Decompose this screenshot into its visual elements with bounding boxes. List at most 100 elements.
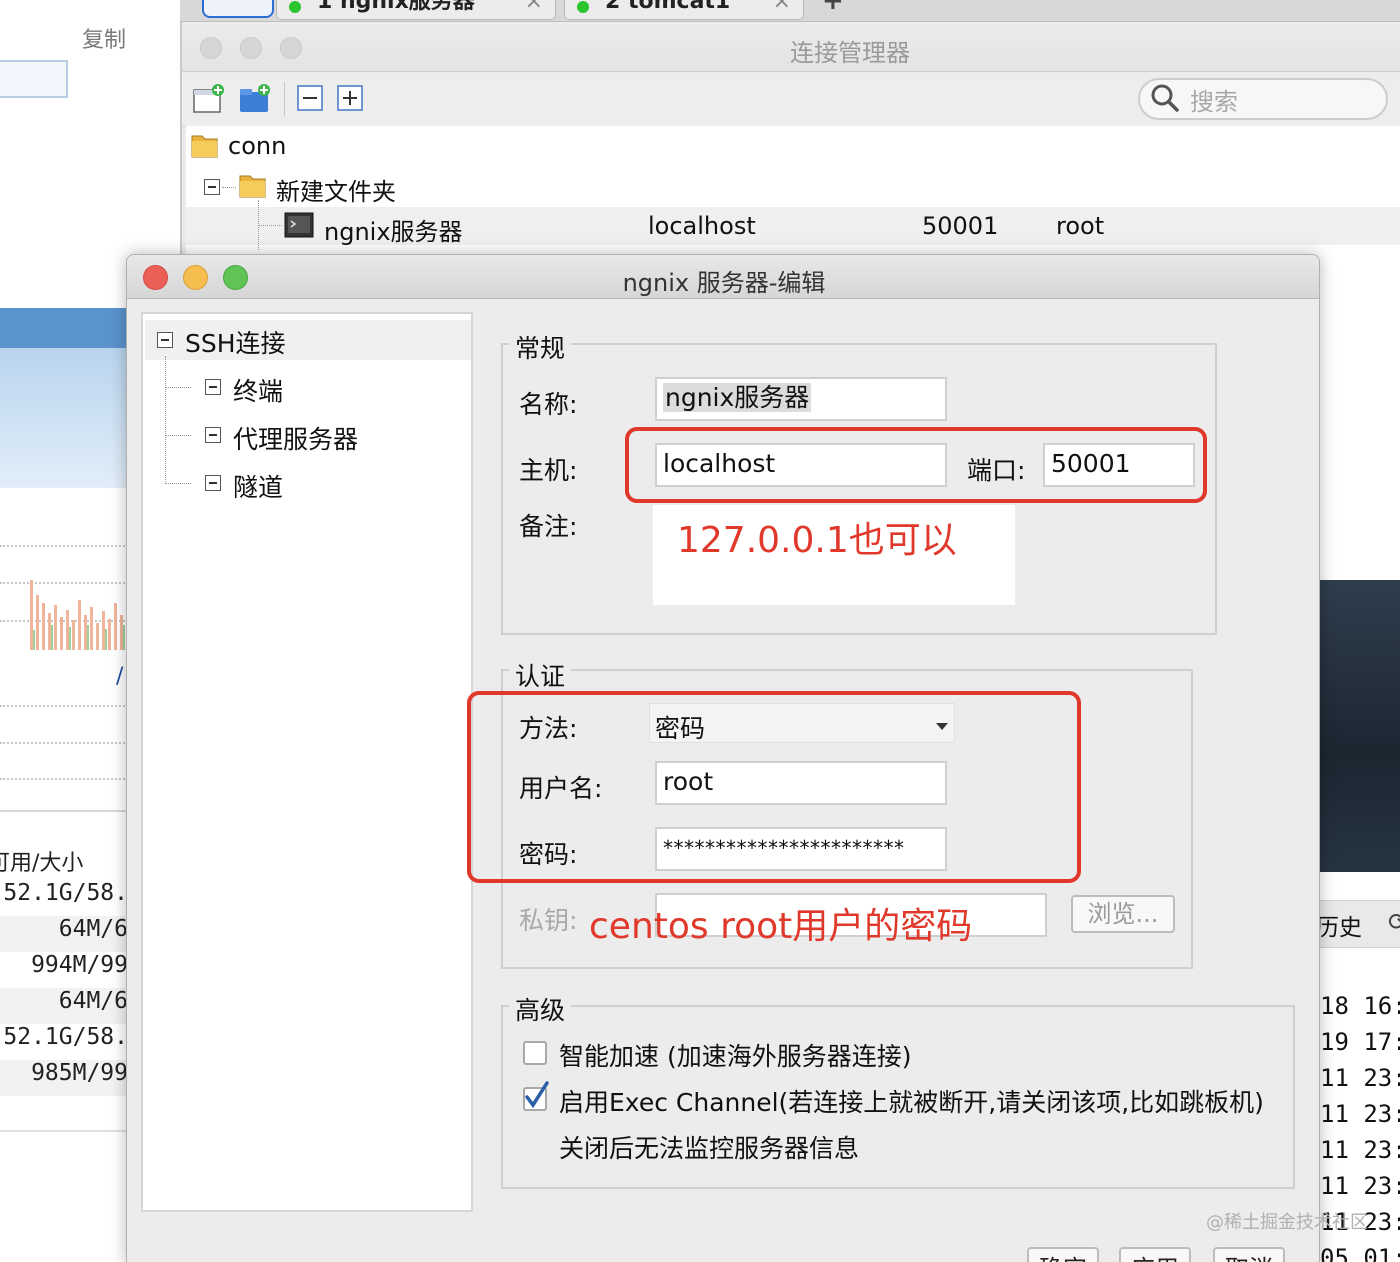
exec-channel-checkbox[interactable]	[523, 1081, 549, 1111]
auth-group-title: 认证	[509, 657, 572, 693]
settings-nav-tree: SSH连接 终端 代理服务器 隧道	[141, 312, 473, 1212]
chart-area-fill	[0, 348, 128, 488]
host-label: 主机:	[519, 456, 578, 485]
name-label: 名称:	[519, 390, 578, 419]
nav-item-proxy[interactable]: 代理服务器	[233, 420, 358, 456]
tree-line	[165, 356, 166, 484]
folder-icon	[191, 135, 218, 158]
search-placeholder: 搜索	[1190, 88, 1238, 116]
divider	[0, 810, 128, 812]
background-left-app: 复制 / 可用/大小 52.1G/58. 64M/6 994M/99 64M/6…	[0, 0, 128, 1262]
tree-item-folder[interactable]: 新建文件夹	[276, 172, 396, 207]
connected-status-icon	[289, 1, 301, 13]
terminal-icon	[284, 212, 314, 238]
tree-line	[222, 187, 236, 188]
server-user: root	[1056, 212, 1105, 240]
nav-item-terminal[interactable]: 终端	[233, 372, 283, 408]
refresh-icon[interactable]: ⟳	[1388, 908, 1400, 936]
tree-line	[165, 435, 191, 436]
dialog-title: ngnix 服务器-编辑	[622, 269, 826, 297]
new-connection-icon[interactable]	[192, 82, 226, 116]
smart-accel-label: 智能加速 (加速海外服务器连接)	[559, 1042, 912, 1071]
advanced-group-title: 高级	[509, 991, 572, 1027]
toolbar-separator	[284, 82, 285, 116]
tree-line	[165, 387, 191, 388]
search-icon	[1151, 84, 1179, 112]
history-time: 11 23:	[1320, 1100, 1400, 1128]
name-value: ngnix服务器	[663, 383, 812, 412]
selected-row-bar	[0, 308, 128, 348]
nav-label-ssh: SSH连接	[185, 329, 286, 358]
note-annotation: 127.0.0.1也可以	[677, 520, 957, 561]
grid-line	[0, 545, 128, 547]
tab-ngnix-server[interactable]: 1 ngnix服务器 ×	[276, 0, 556, 20]
exec-channel-note: 关闭后无法监控服务器信息	[559, 1134, 860, 1163]
auth-highlight	[467, 691, 1081, 883]
grid-line	[0, 705, 128, 707]
chart-glyph: /	[116, 664, 124, 689]
folder-icon	[239, 175, 266, 198]
history-tab-label: 历史	[1320, 915, 1362, 941]
table-row: 52.1G/58.	[3, 880, 128, 906]
table-row: 52.1G/58.	[3, 1024, 128, 1050]
network-sparkline	[30, 580, 125, 650]
grid-line	[0, 778, 128, 780]
nav-collapse-icon[interactable]	[205, 427, 221, 443]
password-annotation: centos root用户的密码	[589, 906, 973, 947]
session-tab-bar: 1 ngnix服务器 × 2 tomcat1 × +	[180, 0, 1400, 22]
tab-tomcat1[interactable]: 2 tomcat1 ×	[564, 0, 804, 20]
history-time: 05 01:	[1320, 1244, 1400, 1262]
note-label: 备注:	[519, 512, 578, 541]
table-row: 64M/6	[0, 916, 128, 952]
tab-label: 1 ngnix服务器	[317, 0, 475, 14]
copy-label: 复制	[82, 28, 127, 53]
divider	[0, 1130, 128, 1132]
name-field[interactable]: ngnix服务器	[655, 377, 947, 421]
tree-item-conn[interactable]: conn	[228, 132, 286, 160]
grid-line	[0, 742, 128, 744]
folder-tab-icon[interactable]	[202, 0, 274, 18]
copy-input[interactable]	[0, 60, 68, 98]
watermark: @稀土掘金技术社区	[1206, 1212, 1368, 1233]
nav-collapse-icon[interactable]	[205, 379, 221, 395]
tab-label: 2 tomcat1	[605, 0, 731, 14]
general-group-title: 常规	[509, 329, 572, 365]
tree-line	[165, 483, 191, 484]
new-tab-button[interactable]: +	[822, 0, 844, 16]
history-time: 11 23:	[1320, 1064, 1400, 1092]
nav-item-tunnel[interactable]: 隧道	[233, 468, 283, 504]
tree-line	[258, 225, 282, 226]
expand-all-icon[interactable]	[334, 82, 368, 116]
collapse-all-icon[interactable]	[294, 82, 328, 116]
connection-manager-window: 连接管理器 搜索 conn 新建文件夹 ngnix服务器 localhost 5…	[180, 22, 1400, 262]
table-row: 994M/99	[31, 952, 128, 978]
server-name: ngnix服务器	[324, 218, 463, 246]
terminal-preview	[1320, 580, 1400, 872]
nav-collapse-icon[interactable]	[157, 332, 173, 348]
smart-accel-checkbox[interactable]	[523, 1041, 547, 1065]
table-row: 64M/6	[0, 988, 128, 1024]
browse-button[interactable]: 浏览...	[1071, 895, 1175, 933]
connected-status-icon	[577, 1, 589, 13]
table-row: 985M/99	[0, 1060, 128, 1096]
exec-channel-label: 启用Exec Channel(若连接上就被断开,请关闭该项,比如跳板机)	[559, 1088, 1264, 1117]
privkey-label: 私钥:	[519, 906, 578, 935]
apply-button[interactable]: 应用	[1119, 1247, 1191, 1262]
background-right-app: 历史 ⟳ 18 16: 19 17: 11 23: 11 23: 11 23: …	[1320, 540, 1400, 1262]
connection-manager-title: 连接管理器	[790, 39, 910, 67]
new-folder-icon[interactable]	[238, 82, 272, 116]
check-icon	[525, 1081, 549, 1109]
nav-collapse-icon[interactable]	[205, 475, 221, 491]
history-time: 19 17:	[1320, 1028, 1400, 1056]
history-time: 11 23:	[1320, 1136, 1400, 1164]
ok-button[interactable]: 确定	[1027, 1247, 1099, 1262]
history-time: 18 16:	[1320, 992, 1400, 1020]
tree-collapse-icon[interactable]	[204, 179, 220, 195]
cancel-button[interactable]: 取消	[1213, 1247, 1285, 1262]
close-tab-icon[interactable]: ×	[525, 0, 543, 17]
close-tab-icon[interactable]: ×	[773, 0, 791, 17]
server-host: localhost	[648, 212, 756, 240]
history-time: 11 23:	[1320, 1172, 1400, 1200]
host-port-highlight	[625, 427, 1207, 503]
disk-table-header: 可用/大小	[0, 851, 84, 876]
